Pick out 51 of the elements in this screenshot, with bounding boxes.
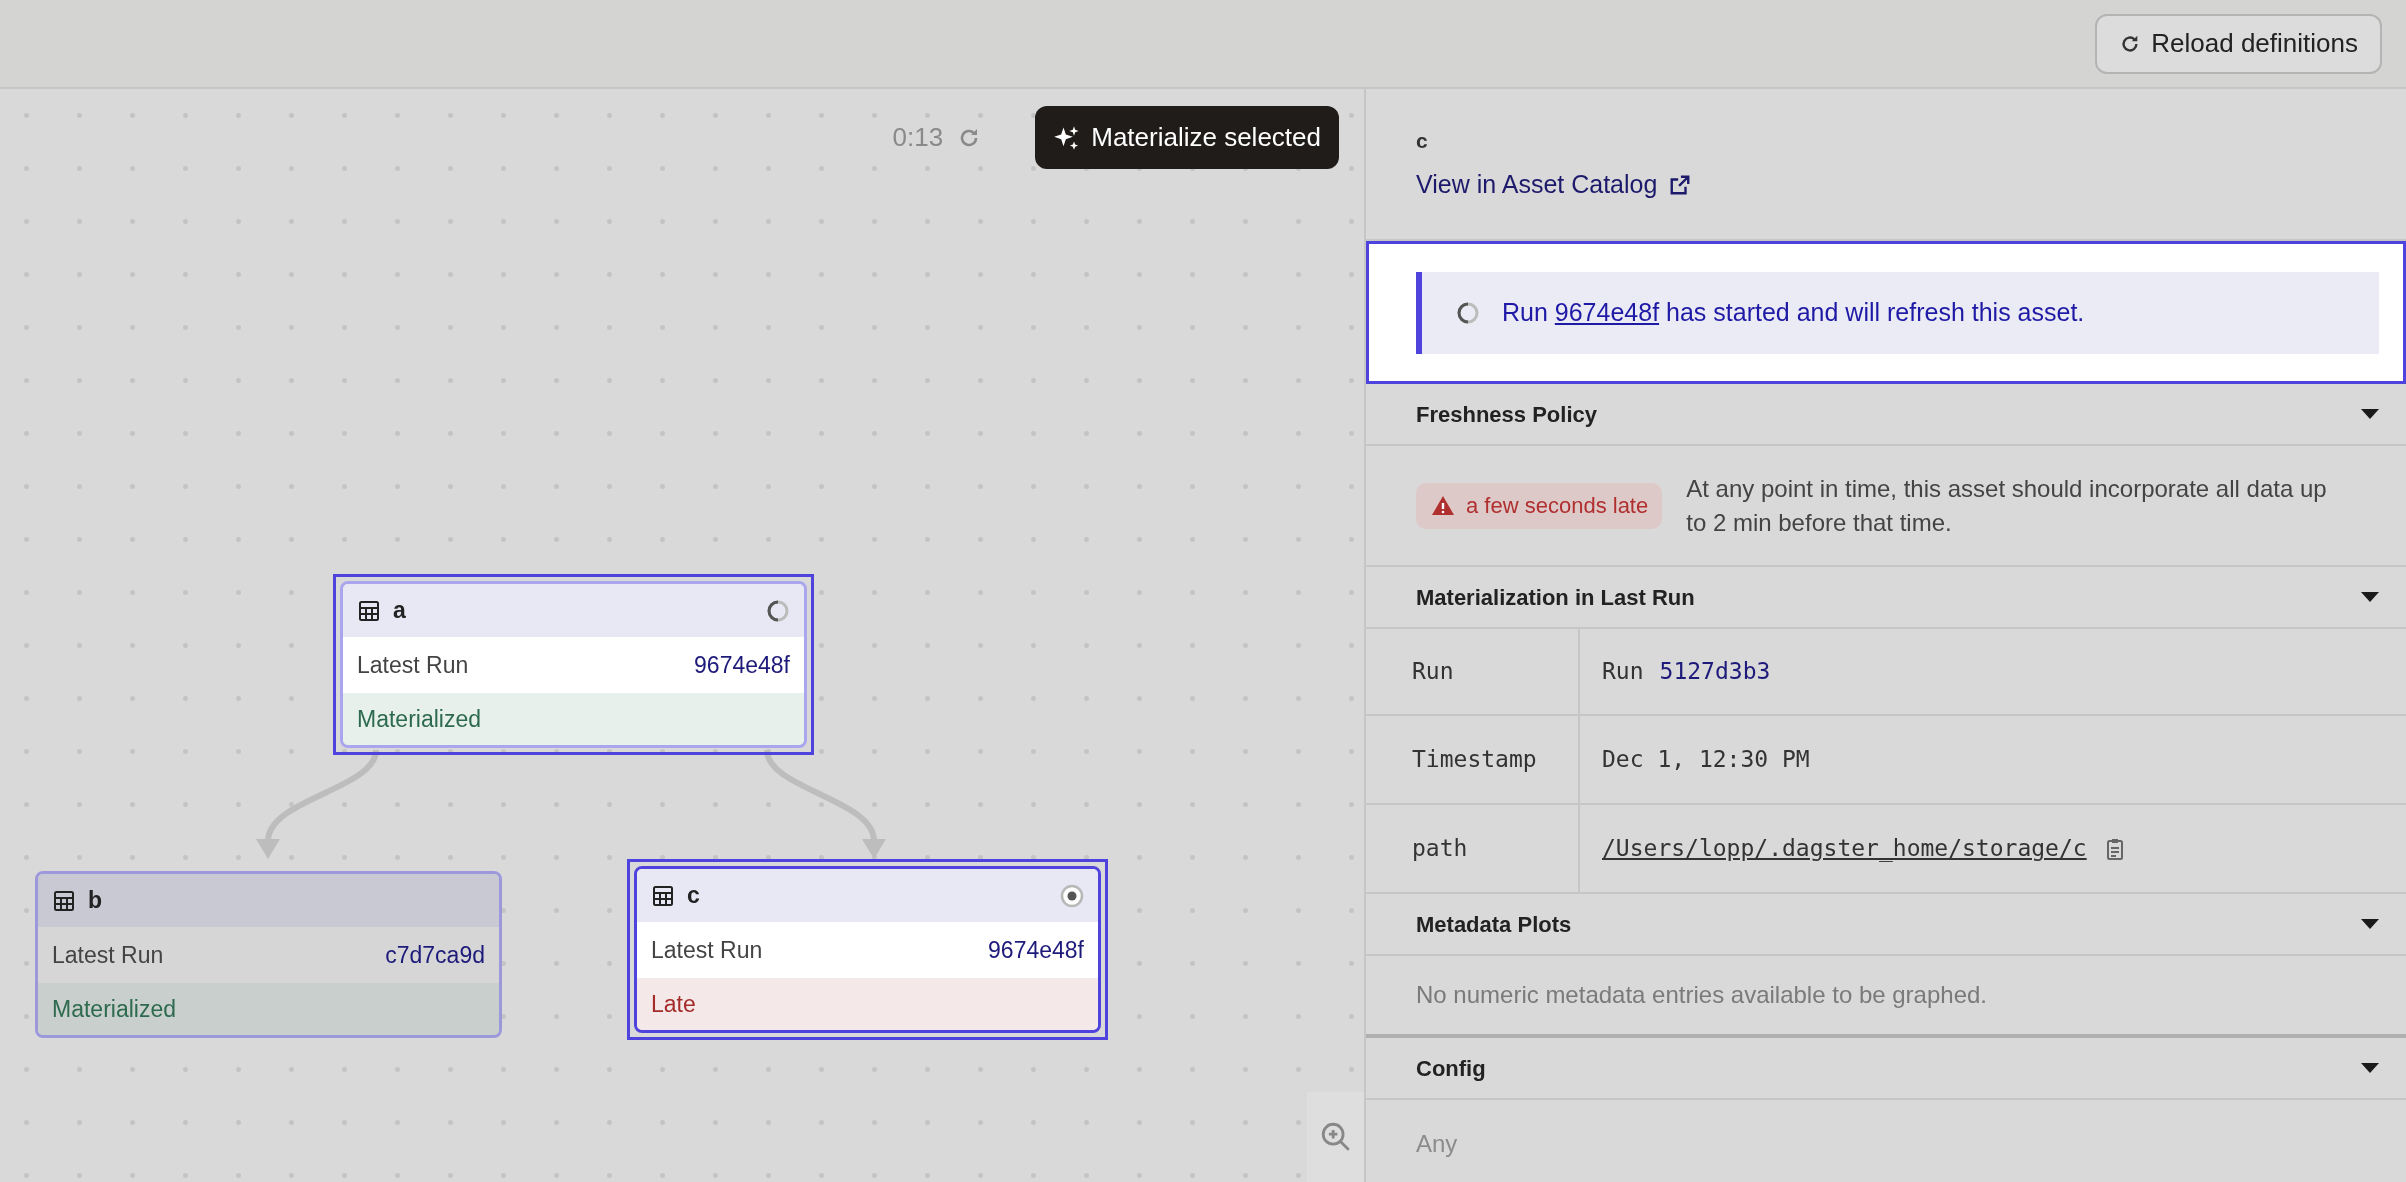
- node-title: a: [393, 596, 407, 626]
- zoom-in-button[interactable]: [1307, 1092, 1364, 1182]
- materialize-selected-button[interactable]: Materialize selected: [1035, 106, 1339, 169]
- asset-node[interactable]: c Latest Run 9674e48f Late: [634, 866, 1101, 1033]
- reload-definitions-button[interactable]: Reload definitions: [2095, 13, 2382, 74]
- asset-catalog-link[interactable]: View in Asset Catalog: [1416, 166, 1692, 204]
- run-label: Run: [1602, 657, 1644, 687]
- section-title: Freshness Policy: [1416, 400, 1597, 429]
- metadata-value: Dec 1, 12:30 PM: [1602, 745, 1810, 775]
- section-note: Any: [1416, 1129, 1458, 1159]
- run-started-message: Run 9674e48f has started and will refresh this asset.: [1502, 296, 2085, 328]
- row-label: Latest Run: [52, 940, 164, 970]
- asset-node[interactable]: b Latest Run c7d7ca9d Materialized: [35, 871, 502, 1038]
- run-link[interactable]: 9674e48f: [694, 647, 790, 683]
- node-status: Materialized: [38, 983, 499, 1035]
- spinner-icon: [1456, 300, 1480, 325]
- section-header[interactable]: Config: [1366, 1038, 2406, 1100]
- node-title: c: [687, 881, 701, 911]
- section-note: No numeric metadata entries available to be graphed.: [1416, 980, 1987, 1010]
- run-link[interactable]: 5127d3b3: [1659, 654, 1771, 689]
- path-link[interactable]: /Users/lopp/.dagster_home/storage/c: [1602, 831, 2087, 866]
- row-label: Latest Run: [651, 935, 763, 965]
- asset-node[interactable]: a Latest Run 9674e48f Materialized: [340, 581, 807, 748]
- caret-icon: [2360, 591, 2380, 603]
- table-icon: [52, 888, 76, 913]
- metadata-key: path: [1366, 805, 1580, 892]
- node-status: Materialized: [343, 693, 804, 745]
- run-link[interactable]: c7d7ca9d: [385, 937, 485, 973]
- section-header[interactable]: Metadata Plots: [1366, 894, 2406, 956]
- freshness-description: At any point in time, this asset should incorporate all data up to 2 min before that time.: [1686, 473, 2328, 538]
- external-link-icon: [1669, 173, 1692, 196]
- section-header[interactable]: Materialization in Last Run: [1366, 567, 2406, 629]
- section-title: Config: [1416, 1054, 1486, 1083]
- late-badge: a few seconds late: [1416, 482, 1663, 529]
- table-icon: [651, 883, 675, 908]
- node-status: Late: [637, 978, 1098, 1030]
- metadata-key: Run: [1366, 629, 1580, 714]
- row-label: Latest Run: [357, 650, 469, 680]
- caret-icon: [2360, 918, 2380, 930]
- run-link[interactable]: 9674e48f: [988, 932, 1084, 968]
- caret-icon: [2360, 408, 2380, 420]
- asset-name: c: [1416, 127, 1429, 154]
- section-title: Materialization in Last Run: [1416, 583, 1695, 612]
- section-title: Metadata Plots: [1416, 910, 1572, 939]
- table-icon: [357, 598, 381, 623]
- node-title: b: [88, 886, 104, 916]
- caret-icon: [2360, 1062, 2380, 1074]
- section-header[interactable]: Freshness Policy: [1366, 384, 2406, 446]
- run-link[interactable]: 9674e48f: [1554, 297, 1660, 326]
- elapsed-timer: 0:13: [892, 121, 944, 154]
- metadata-key: Timestamp: [1366, 716, 1580, 803]
